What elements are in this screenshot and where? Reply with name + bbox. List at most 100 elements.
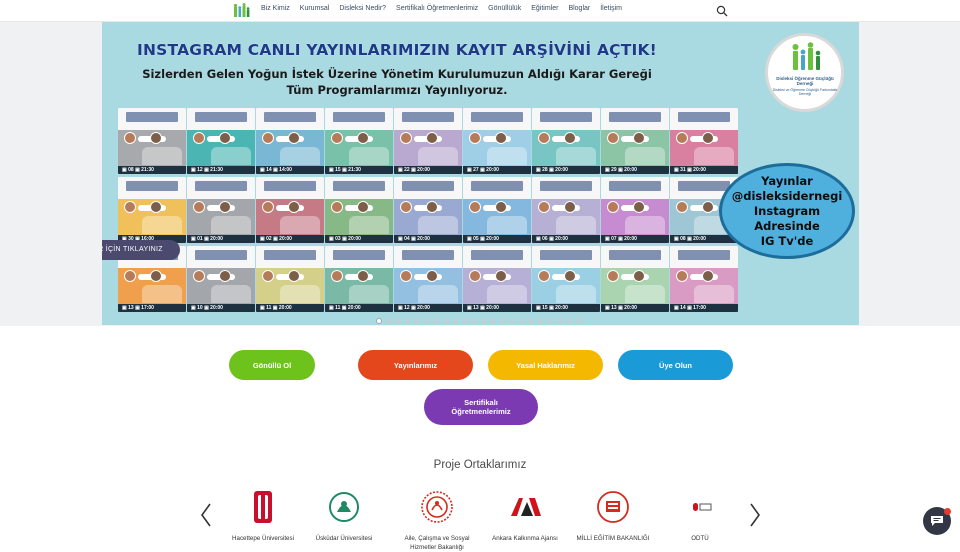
slider-dot[interactable] xyxy=(490,318,496,324)
speaker-avatar xyxy=(469,132,481,144)
volunteer-button[interactable]: Gönüllü Ol xyxy=(229,350,315,380)
speaker-avatar xyxy=(495,132,507,144)
poster-tile: ▣ 05 ▣ 20:00 xyxy=(463,177,531,243)
poster-date-time: ▣ 02 ▣ 20:00 xyxy=(256,235,324,243)
speaker-avatar xyxy=(124,132,136,144)
poster-date-time: ▣ 15 ▣ 20:00 xyxy=(532,304,600,312)
partner-family-ministry[interactable]: Aile, Çalışma ve Sosyal Hizmetler Bakanl… xyxy=(391,490,483,552)
poster-illustration xyxy=(418,216,458,234)
slider-dot[interactable] xyxy=(471,318,477,324)
speaker-avatar xyxy=(193,270,205,282)
slider-dot[interactable] xyxy=(385,318,392,324)
partner-odtu[interactable]: ODTÜ xyxy=(654,490,746,543)
slider-dot[interactable] xyxy=(566,318,572,324)
poster-date-time: ▣ 13 ▣ 20:00 xyxy=(463,304,531,312)
speaker-avatar xyxy=(426,132,438,144)
poster-title-block xyxy=(333,112,385,122)
become-member-button[interactable]: Üye Olun xyxy=(618,350,733,380)
speaker-avatar xyxy=(357,201,369,213)
slider-dot[interactable] xyxy=(547,318,553,324)
speaker-avatar xyxy=(607,201,619,213)
speaker-avatar xyxy=(150,270,162,282)
slider-dot[interactable] xyxy=(442,318,449,324)
nav-item-egitimler[interactable]: Eğitimler xyxy=(531,5,558,12)
chevron-left-icon[interactable] xyxy=(199,502,213,528)
slider-dot[interactable] xyxy=(452,318,458,324)
publications-button[interactable]: Yayınlarımız xyxy=(358,350,473,380)
speaker-avatar xyxy=(124,270,136,282)
slider-dot[interactable] xyxy=(414,318,420,324)
poster-date-time: ▣ 27 ▣ 20:00 xyxy=(463,166,531,174)
slider-dot[interactable] xyxy=(518,318,525,324)
nav-item-disleksi-nedir[interactable]: Disleksi Nedir? xyxy=(339,5,386,12)
speaker-avatar xyxy=(219,201,231,213)
poster-tile: ▣ 10 ▣ 20:00 xyxy=(187,246,255,312)
poster-tile: ▣ 12 ▣ 21:30 xyxy=(187,108,255,174)
slider-dot[interactable] xyxy=(480,318,487,324)
poster-date-time: ▣ 13 ▣ 20:00 xyxy=(601,304,669,312)
poster-date-time: ▣ 08 ▣ 21:30 xyxy=(118,166,186,174)
poster-tile: ▣ 15 ▣ 20:00 xyxy=(532,246,600,312)
slider-dot[interactable] xyxy=(575,318,582,324)
nav-item-bloglar[interactable]: Bloglar xyxy=(568,5,590,12)
poster-title-block xyxy=(333,181,385,191)
slider-dot[interactable] xyxy=(528,318,534,324)
poster-date-time: ▣ 28 ▣ 20:00 xyxy=(532,166,600,174)
legal-rights-button[interactable]: Yasal Haklarımız xyxy=(488,350,603,380)
poster-title-block xyxy=(609,112,661,122)
poster-date-time: ▣ 15 ▣ 21:30 xyxy=(325,166,393,174)
poster-tile: ▣ 04 ▣ 20:00 xyxy=(394,177,462,243)
slider-dot[interactable] xyxy=(537,318,544,324)
speaker-avatar xyxy=(426,201,438,213)
partner-uskudar[interactable]: Üsküdar Üniversitesi xyxy=(298,490,390,543)
poster-tile: ▣ 11 ▣ 20:00 xyxy=(256,246,324,312)
slider-dot[interactable] xyxy=(509,318,515,324)
org-logo-badge: Disleksi Öğrenme Güçlüğü Derneği Disleks… xyxy=(765,33,844,112)
slider-dot[interactable] xyxy=(433,318,439,324)
partner-meb[interactable]: MİLLİ EĞİTİM BAKANLIĞI xyxy=(567,490,659,543)
speaker-avatar xyxy=(193,201,205,213)
partner-hacettepe[interactable]: Hacettepe Üniversitesi xyxy=(217,490,309,543)
speaker-avatar xyxy=(564,201,576,213)
slider-dot[interactable] xyxy=(556,318,563,324)
partner-name: Ankara Kalkınma Ajansı xyxy=(492,535,558,542)
poster-header xyxy=(325,177,393,199)
nav-item-iletisim[interactable]: İletişim xyxy=(600,5,622,12)
slider-dot[interactable] xyxy=(404,318,411,324)
partner-ankara-agency[interactable]: Ankara Kalkınma Ajansı xyxy=(479,490,571,543)
details-button[interactable]: DETAYLAR İÇİN TIKLAYINIZ xyxy=(102,240,180,260)
slider-dot[interactable] xyxy=(461,318,468,324)
speaker-avatar xyxy=(633,270,645,282)
slider-dot[interactable] xyxy=(376,318,382,324)
slider-dot[interactable] xyxy=(395,318,401,324)
chevron-right-icon[interactable] xyxy=(748,502,762,528)
chat-widget-button[interactable] xyxy=(923,507,951,535)
top-navbar: Biz Kimiz Kurumsal Disleksi Nedir? Serti… xyxy=(0,0,960,22)
banner-subline-2: Tüm Programlarımızı Yayınlıyoruz. xyxy=(286,83,508,97)
nav-item-biz-kimiz[interactable]: Biz Kimiz xyxy=(261,5,290,12)
poster-header xyxy=(601,246,669,268)
search-icon[interactable] xyxy=(716,5,728,17)
slider-dot[interactable] xyxy=(423,318,430,324)
nav-item-sertifikali-ogretmenler[interactable]: Sertifikalı Öğretmenlerimiz xyxy=(396,5,478,12)
nav-item-gonulluluk[interactable]: Gönüllülük xyxy=(488,5,521,12)
poster-header xyxy=(601,108,669,130)
slider-dot[interactable] xyxy=(499,318,506,324)
poster-date-time: ▣ 12 ▣ 20:00 xyxy=(394,304,462,312)
poster-title-block xyxy=(195,250,247,260)
poster-title-block xyxy=(264,181,316,191)
speaker-avatar xyxy=(538,270,550,282)
banner-subline: Sizlerden Gelen Yoğun İstek Üzerine Yöne… xyxy=(102,66,692,98)
poster-title-block xyxy=(126,112,178,122)
hero-slider[interactable]: INSTAGRAM CANLI YAYINLARIMIZIN KAYIT ARŞ… xyxy=(102,22,859,325)
speaker-avatar xyxy=(702,132,714,144)
poster-date-time: ▣ 11 ▣ 20:00 xyxy=(256,304,324,312)
bubble-line: IG Tv'de xyxy=(760,234,814,248)
speaker-avatar xyxy=(219,132,231,144)
speaker-avatar xyxy=(331,270,343,282)
family-logo-icon[interactable] xyxy=(233,3,251,17)
meb-logo-icon xyxy=(597,491,629,523)
nav-item-kurumsal[interactable]: Kurumsal xyxy=(300,5,330,12)
certified-teachers-button[interactable]: Sertifikalı Öğretmenlerimiz xyxy=(424,389,538,425)
poster-illustration xyxy=(349,216,389,234)
